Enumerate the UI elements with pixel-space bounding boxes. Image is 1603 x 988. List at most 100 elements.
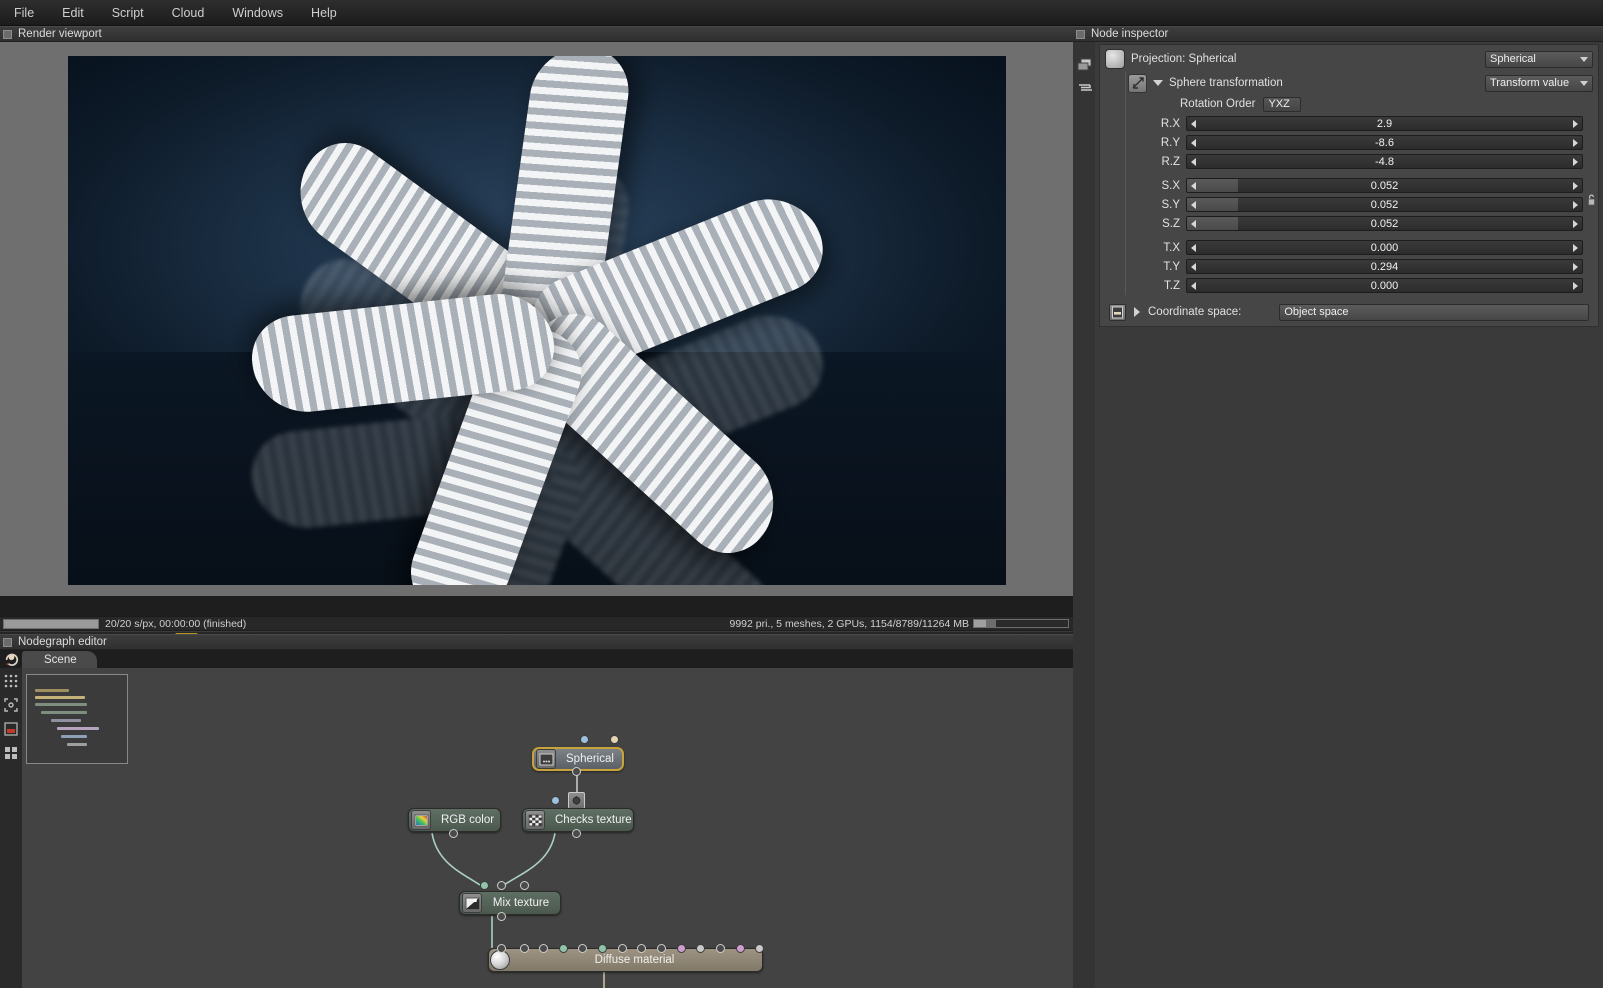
transform-value-text: Transform value (1490, 77, 1570, 89)
node-label: Checks texture (555, 814, 632, 826)
slider-label: T.X (1163, 241, 1180, 254)
projection-link-badge[interactable] (568, 792, 585, 809)
slider-row-sx: S.X 0.052 (1128, 176, 1595, 195)
coordinate-space-icon[interactable] (1109, 303, 1126, 321)
menu-item-windows[interactable]: Windows (218, 2, 297, 24)
mix-icon (462, 893, 482, 913)
render-viewport-titlebar: Render viewport (0, 26, 1073, 42)
inspector-side-toolbar (1073, 42, 1095, 988)
inspector-pin-icon[interactable] (1077, 58, 1092, 72)
menu-item-cloud[interactable]: Cloud (158, 2, 219, 24)
node-port-input[interactable] (610, 735, 619, 744)
nodegraph-layout-icon[interactable] (2, 744, 20, 762)
slider-sx[interactable]: 0.052 (1186, 178, 1583, 193)
nodegraph-canvas[interactable]: Spherical RGB color Checks texture Mix t… (22, 668, 1073, 988)
menu-item-file[interactable]: File (0, 2, 48, 24)
panel-toggle-icon[interactable] (1076, 29, 1085, 39)
menu-item-edit[interactable]: Edit (48, 2, 98, 24)
slider-label: S.Y (1161, 198, 1180, 211)
slider-sz[interactable]: 0.052 (1186, 216, 1583, 231)
nodegraph-color-icon[interactable] (2, 720, 20, 738)
node-port-input[interactable] (598, 944, 607, 953)
node-port-input[interactable] (657, 944, 666, 953)
node-port-input[interactable] (520, 881, 529, 890)
node-port-input[interactable] (497, 944, 506, 953)
slider-tz[interactable]: 0.000 (1186, 278, 1583, 293)
node-port-input[interactable] (580, 735, 589, 744)
slider-tx[interactable]: 0.000 (1186, 240, 1583, 255)
node-port-output[interactable] (449, 829, 458, 838)
node-port-input[interactable] (539, 944, 548, 953)
node-port-input[interactable] (578, 944, 587, 953)
slider-row-sy: S.Y 0.052 (1128, 195, 1595, 214)
increment-arrow-icon[interactable] (1573, 281, 1578, 290)
render-viewport-title: Render viewport (18, 28, 102, 40)
node-mix-texture[interactable]: Mix texture (459, 891, 561, 915)
increment-arrow-icon[interactable] (1573, 243, 1578, 252)
rotation-order-dropdown[interactable]: YXZ (1263, 96, 1302, 112)
projection-row: Projection: Spherical Spherical (1103, 48, 1595, 70)
coordinate-space-dropdown[interactable]: Object space (1279, 303, 1589, 321)
node-port-input[interactable] (618, 944, 627, 953)
node-port-input[interactable] (497, 881, 506, 890)
slider-rz[interactable]: -4.8 (1186, 154, 1583, 169)
nodegraph-grid-icon[interactable] (2, 672, 20, 690)
node-inspector-panel: Node inspector Projection: Spherical Sph… (1073, 26, 1603, 988)
render-viewport-canvas[interactable] (0, 42, 1073, 596)
coordinate-space-value: Object space (1284, 306, 1349, 318)
expand-icon[interactable] (1134, 307, 1140, 317)
slider-ty[interactable]: 0.294 (1186, 259, 1583, 274)
rotation-order-row: Rotation Order YXZ (1128, 94, 1595, 114)
increment-arrow-icon[interactable] (1573, 138, 1578, 147)
node-port-output[interactable] (497, 912, 506, 921)
increment-arrow-icon[interactable] (1573, 262, 1578, 271)
rotation-slider-group: R.X 2.9 R.Y -8.6 R.Z -4.8 (1128, 114, 1595, 171)
rendered-image[interactable] (67, 56, 1006, 585)
slider-label: R.Z (1161, 155, 1180, 168)
node-port-output[interactable] (572, 829, 581, 838)
expand-collapse-icon[interactable] (1153, 80, 1163, 86)
transform-value-dropdown[interactable]: Transform value (1485, 74, 1593, 92)
slider-row-ty: T.Y 0.294 (1128, 257, 1595, 276)
rotation-order-label: Rotation Order (1180, 98, 1256, 110)
increment-arrow-icon[interactable] (1573, 219, 1578, 228)
slider-rx[interactable]: 2.9 (1186, 116, 1583, 131)
node-label: Diffuse material (594, 954, 675, 966)
node-port-input[interactable] (696, 944, 705, 953)
node-port-input[interactable] (520, 944, 529, 953)
node-port-input[interactable] (637, 944, 646, 953)
node-port-input[interactable] (559, 944, 568, 953)
panel-toggle-icon[interactable] (3, 29, 12, 39)
nodegraph-reload-icon[interactable] (0, 650, 22, 668)
slider-row-tz: T.Z 0.000 (1128, 276, 1595, 295)
node-port-input[interactable] (677, 944, 686, 953)
slider-ry[interactable]: -8.6 (1186, 135, 1583, 150)
node-port-input[interactable] (716, 944, 725, 953)
increment-arrow-icon[interactable] (1573, 181, 1578, 190)
node-inspector-title: Node inspector (1091, 28, 1169, 40)
menu-bar: File Edit Script Cloud Windows Help (0, 0, 1603, 26)
slider-value: 2.9 (1376, 117, 1393, 130)
scene-stats-text: 9992 pri., 5 meshes, 2 GPUs, 1154/8789/1… (729, 617, 969, 630)
increment-arrow-icon[interactable] (1573, 119, 1578, 128)
panel-toggle-icon[interactable] (3, 637, 12, 647)
node-port-input[interactable] (736, 944, 745, 953)
nodegraph-minimap[interactable] (26, 674, 128, 764)
node-port-input[interactable] (755, 944, 764, 953)
node-port-input[interactable] (480, 881, 489, 890)
slider-row-sz: S.Z 0.052 (1128, 214, 1595, 233)
inspector-list-icon[interactable] (1077, 82, 1092, 94)
projection-type-dropdown[interactable]: Spherical (1485, 50, 1593, 68)
transform-icon[interactable] (1128, 73, 1147, 93)
node-port-output[interactable] (572, 767, 581, 776)
increment-arrow-icon[interactable] (1573, 200, 1578, 209)
rotation-order-value: YXZ (1268, 98, 1290, 110)
menu-item-script[interactable]: Script (98, 2, 158, 24)
slider-sy[interactable]: 0.052 (1186, 197, 1583, 212)
scale-uniform-lock-icon[interactable] (1587, 192, 1596, 208)
node-port-input[interactable] (551, 796, 560, 805)
menu-item-help[interactable]: Help (297, 2, 351, 24)
nodegraph-select-icon[interactable] (2, 696, 20, 714)
increment-arrow-icon[interactable] (1573, 157, 1578, 166)
nodegraph-tab-scene[interactable]: Scene (22, 651, 97, 668)
